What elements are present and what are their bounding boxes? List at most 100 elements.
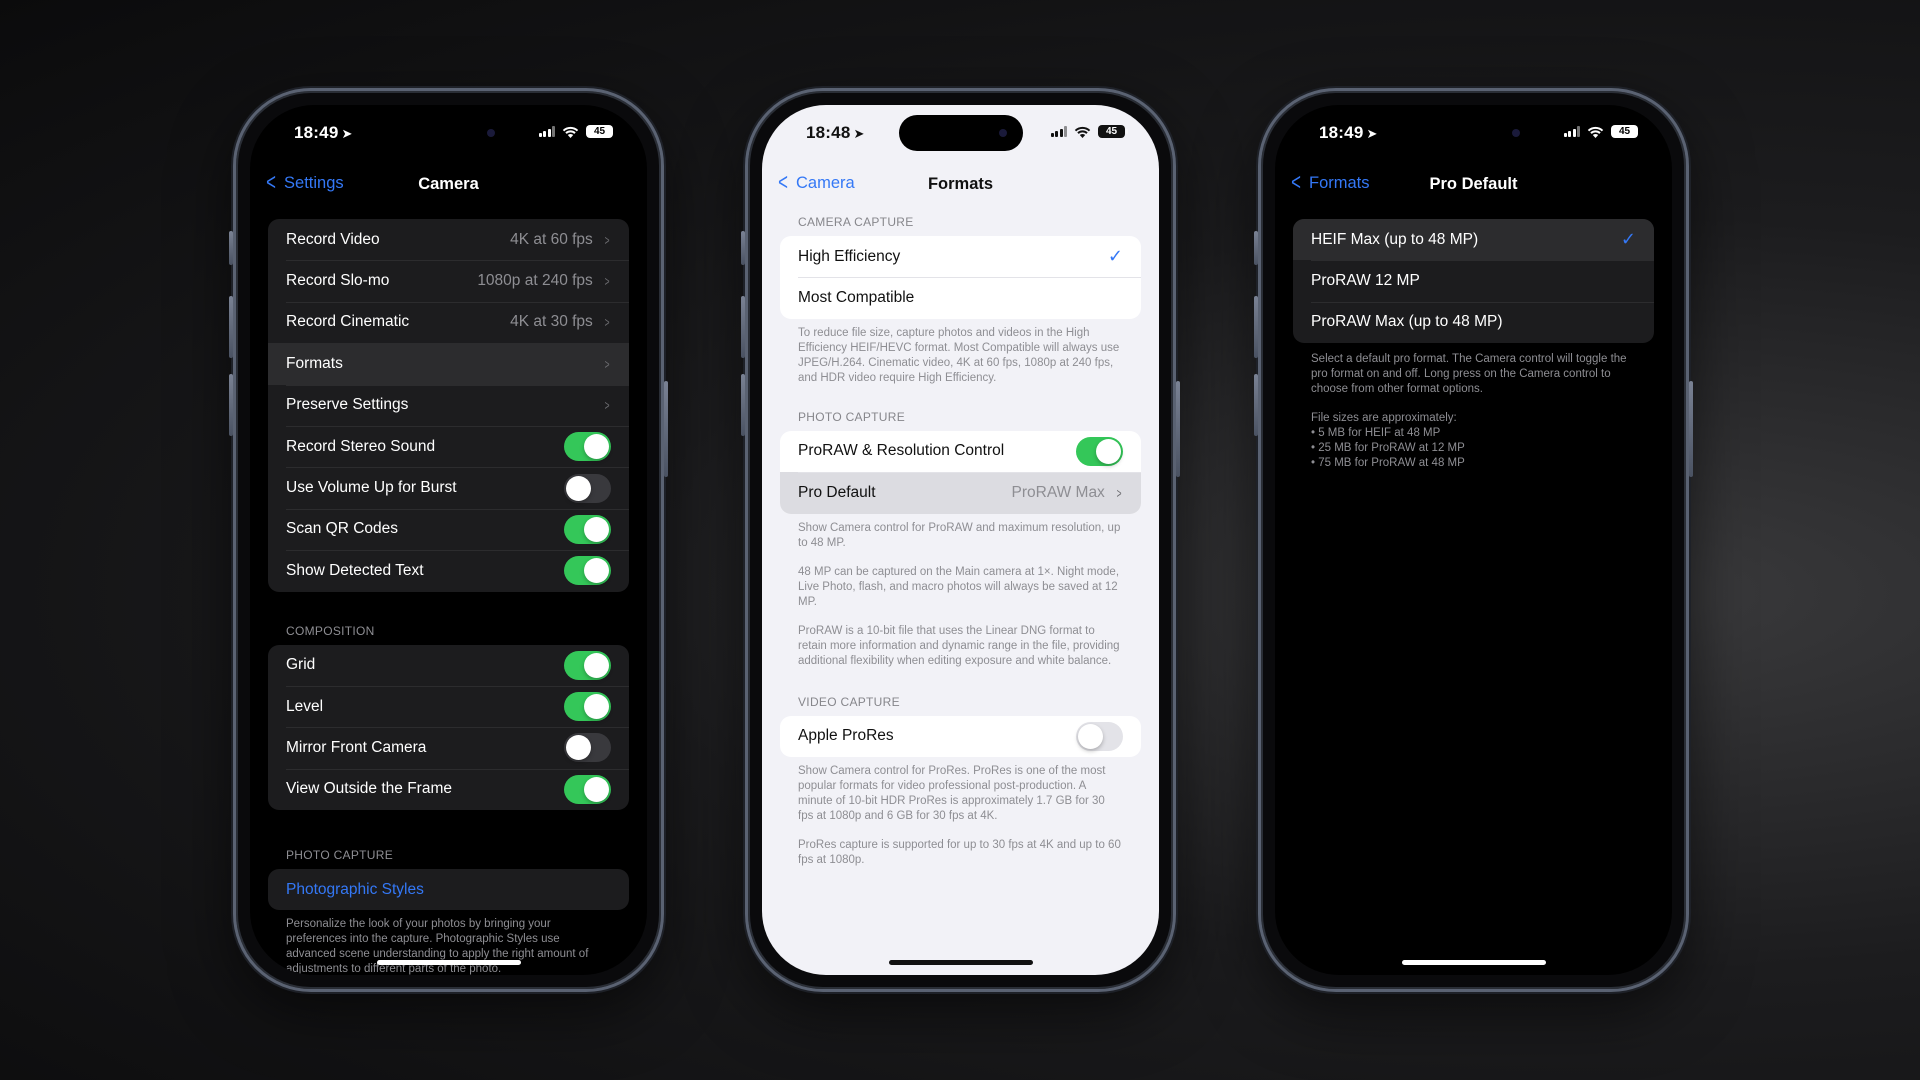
action-button	[1254, 231, 1258, 265]
show-detected-text-toggle[interactable]	[564, 556, 611, 586]
phone-camera-settings: 18:49 ➤ 45 < Settings Camera Record Video 4…	[229, 88, 668, 992]
status-bar: 18:48 ➤ 45	[762, 105, 1159, 155]
option-proraw-max[interactable]: ProRAW Max (up to 48 MP)	[1293, 301, 1654, 343]
status-icons: 45	[1050, 125, 1128, 138]
file-size-item: • 25 MB for ProRAW at 12 MP	[1311, 442, 1465, 455]
home-indicator[interactable]	[376, 960, 521, 965]
section-header-composition: COMPOSITION	[286, 623, 375, 638]
location-arrow-icon: ➤	[853, 126, 865, 141]
dynamic-island	[386, 115, 511, 151]
chevron-right-icon: >	[604, 397, 610, 414]
file-size-item: • 75 MB for ProRAW at 48 MP	[1311, 457, 1465, 470]
option-proraw-12mp[interactable]: ProRAW 12 MP	[1293, 260, 1654, 301]
row-label: Pro Default	[798, 483, 876, 501]
option-high-efficiency[interactable]: High Efficiency ✓	[780, 236, 1141, 277]
row-formats[interactable]: Formats >	[268, 343, 629, 385]
row-level: Level	[268, 685, 629, 727]
volume-up-button	[229, 296, 233, 358]
level-toggle[interactable]	[564, 692, 611, 722]
chevron-right-icon: >	[604, 273, 610, 290]
row-record-cinematic[interactable]: Record Cinematic 4K at 30 fps >	[268, 301, 629, 343]
row-value: 4K at 60 fps	[510, 230, 593, 248]
file-size-item: • 5 MB for HEIF at 48 MP	[1311, 427, 1441, 440]
photographic-styles-link[interactable]: Photographic Styles	[286, 881, 611, 899]
row-label: High Efficiency	[798, 247, 901, 265]
record-stereo-sound-toggle[interactable]	[564, 432, 611, 462]
view-outside-frame-toggle[interactable]	[564, 774, 611, 804]
grid-toggle[interactable]	[564, 650, 611, 680]
option-most-compatible[interactable]: Most Compatible	[780, 277, 1141, 318]
photo-capture-footer: Show Camera control for ProRAW and maxim…	[780, 521, 1141, 669]
action-button	[741, 231, 745, 265]
row-label: Preserve Settings	[286, 396, 409, 414]
volume-up-burst-toggle[interactable]	[564, 473, 611, 503]
footer-paragraph: Show Camera control for ProRes. ProRes i…	[798, 764, 1106, 822]
home-indicator[interactable]	[1401, 960, 1546, 965]
file-sizes: File sizes are approximately: • 5 MB for…	[1311, 411, 1636, 471]
battery-icon: 45	[586, 125, 616, 138]
row-value: 1080p at 240 fps	[477, 272, 593, 290]
wifi-icon	[1587, 126, 1604, 138]
file-sizes-intro: File sizes are approximately:	[1311, 412, 1457, 425]
scan-qr-codes-toggle[interactable]	[564, 514, 611, 544]
row-label: View Outside the Frame	[286, 780, 452, 798]
row-record-stereo-sound: Record Stereo Sound	[268, 425, 629, 467]
row-label: Apple ProRes	[798, 727, 894, 745]
row-label: Mirror Front Camera	[286, 738, 427, 756]
footer-paragraph: 48 MP can be captured on the Main camera…	[798, 565, 1120, 608]
battery-icon: 45	[1611, 125, 1641, 138]
footer-paragraph: Select a default pro format. The Camera …	[1311, 353, 1627, 396]
checkmark-icon: ✓	[1620, 229, 1636, 250]
page-title: Camera	[418, 175, 479, 193]
row-record-slo-mo[interactable]: Record Slo-mo 1080p at 240 fps >	[268, 260, 629, 301]
formats-list: CAMERA CAPTURE High Efficiency ✓ Most Com…	[780, 215, 1141, 868]
wifi-icon	[1074, 126, 1091, 138]
row-apple-prores: Apple ProRes	[780, 716, 1141, 757]
row-preserve-settings[interactable]: Preserve Settings >	[268, 384, 629, 426]
row-pro-default[interactable]: Pro Default ProRAW Max >	[780, 472, 1141, 514]
status-time: 18:49 ➤	[1319, 123, 1378, 143]
pro-default-footer: Select a default pro format. The Camera …	[1293, 352, 1654, 471]
row-volume-up-burst: Use Volume Up for Burst	[268, 467, 629, 508]
proraw-toggle[interactable]	[1076, 436, 1123, 466]
screen: 18:48 ➤ 45 < Camera Formats CAMERA CAPTURE…	[762, 105, 1159, 975]
chevron-right-icon: >	[604, 231, 610, 248]
row-photographic-styles[interactable]: Photographic Styles	[268, 869, 629, 910]
apple-prores-toggle[interactable]	[1076, 721, 1123, 751]
home-indicator[interactable]	[888, 960, 1033, 965]
video-settings-group: Record Video 4K at 60 fps > Record Slo-mo 1…	[268, 219, 629, 592]
nav-bar: < Settings Camera	[250, 171, 647, 201]
screen: 18:49 ➤ 45 < Formats Pro Default HEIF Max …	[1275, 105, 1672, 975]
row-label: Record Slo-mo	[286, 272, 390, 290]
mirror-front-camera-toggle[interactable]	[564, 733, 611, 763]
photographic-styles-footer: Personalize the look of your photos by b…	[286, 918, 589, 975]
cellular-signal-icon	[1563, 126, 1580, 137]
row-record-video[interactable]: Record Video 4K at 60 fps >	[268, 219, 629, 260]
footer-paragraph: ProRes capture is supported for up to 30…	[798, 838, 1121, 866]
chevron-right-icon: >	[1116, 484, 1122, 501]
phone-formats: 18:48 ➤ 45 < Camera Formats CAMERA CAPTURE…	[741, 88, 1180, 992]
row-value: ProRAW Max	[1011, 483, 1105, 501]
nav-bar: < Formats Pro Default	[1275, 171, 1672, 201]
row-label: Show Detected Text	[286, 561, 424, 579]
dynamic-island	[898, 115, 1023, 151]
status-time: 18:48 ➤	[806, 123, 865, 143]
phone-pro-default: 18:49 ➤ 45 < Formats Pro Default HEIF Max …	[1254, 88, 1693, 992]
photo-capture-group: Photographic Styles	[268, 869, 629, 911]
row-label: Record Stereo Sound	[286, 437, 436, 455]
screen: 18:49 ➤ 45 < Settings Camera Record Video 4…	[250, 105, 647, 975]
row-grid: Grid	[268, 645, 629, 686]
row-value: 4K at 30 fps	[510, 313, 593, 331]
volume-down-button	[229, 374, 233, 436]
footer-paragraph: ProRAW is a 10-bit file that uses the Li…	[798, 624, 1120, 667]
status-bar: 18:49 ➤ 45	[1275, 105, 1672, 155]
option-heif-max[interactable]: HEIF Max (up to 48 MP) ✓	[1293, 219, 1654, 261]
pro-default-list: HEIF Max (up to 48 MP) ✓ ProRAW 12 MP Pro…	[1293, 219, 1654, 471]
chevron-right-icon: >	[604, 355, 610, 372]
status-icons: 45	[1563, 125, 1641, 138]
page-title: Formats	[927, 175, 994, 193]
row-show-detected-text: Show Detected Text	[268, 550, 629, 591]
time-text: 18:49	[1319, 123, 1364, 142]
status-icons: 45	[538, 125, 616, 138]
row-label: Most Compatible	[798, 289, 915, 307]
